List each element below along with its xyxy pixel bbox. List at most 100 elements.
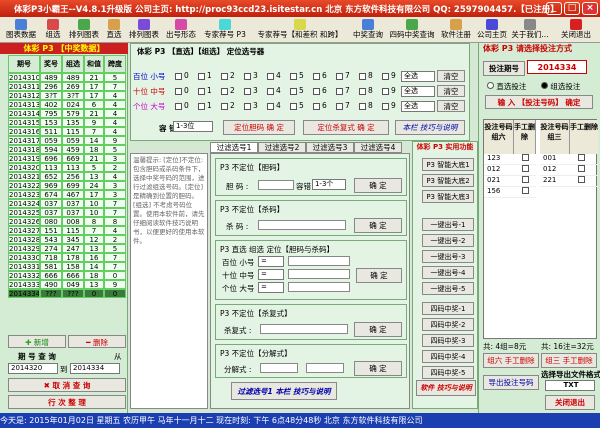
table-row[interactable]: 2014320 113 113 5 2 [8,163,128,172]
format-select[interactable]: TXT [545,380,595,391]
bet-row[interactable]: 012 [484,165,536,176]
smart-base-button[interactable]: P3 智能大底1 [422,158,474,171]
digit-checkbox[interactable] [198,73,205,80]
table-row[interactable]: 2014314 795 579 21 4 [8,109,128,118]
bet-row[interactable]: 123 [484,154,536,165]
tens-select[interactable]: = [258,269,284,280]
table-row[interactable]: 2014321 652 256 13 4 [8,172,128,181]
one-click-button[interactable]: 一键出号-4 [422,266,474,279]
fenjie-ok-button[interactable]: 确 定 [354,361,402,376]
tab-filter-3[interactable]: 过滤选号3 [306,142,354,153]
position-sha-button[interactable]: 定位杀复式 确 定 [303,120,389,135]
table-row[interactable]: 2014330 718 178 16 7 [8,253,128,262]
clear-button[interactable]: 清空 [437,100,465,112]
one-click-button[interactable]: 一键出号-2 [422,234,474,247]
table-row[interactable]: 2014318 594 459 18 5 [8,145,128,154]
resort-button[interactable]: 行 次 整 理 [8,395,126,409]
bet-row[interactable]: 012 [540,165,598,176]
filter-tips-button[interactable]: 过滤选号1 本栏 技巧与说明 [231,382,337,400]
position-ok-button[interactable]: 确 定 [356,268,402,283]
table-row[interactable]: 2014329 274 247 13 5 [8,244,128,253]
delete-checkbox[interactable] [577,176,585,183]
units-input[interactable] [288,282,350,292]
table-row[interactable]: 2014325 037 037 10 7 [8,208,128,217]
tens-input[interactable] [288,269,350,279]
from-period-select[interactable]: 2014320 [8,363,58,374]
toolbar-arrange-chart[interactable]: 排列图表 [66,18,102,42]
delete-checkbox[interactable] [521,165,529,172]
fenjie-input-1[interactable] [260,363,298,373]
table-row[interactable]: 2014312 3?T 3?T 17 4 [8,91,128,100]
fenjie-input-2[interactable] [306,363,344,373]
period-value[interactable]: 2014334 [527,60,587,74]
capacity-select[interactable]: 1-3位 [173,121,213,132]
digit-checkbox[interactable] [244,73,251,80]
table-row[interactable]: 2014326 080 008 8 8 [8,217,128,226]
table-row[interactable]: 2014316 511 115 7 4 [8,127,128,136]
four-code-button[interactable]: 四码中奖-5 [422,366,474,379]
table-row[interactable]: 2014311 296 269 17 7 [8,82,128,91]
delete-group6-button[interactable]: 组六 手工删除 [483,353,539,368]
bet-row[interactable]: 156 [484,187,536,198]
digit-checkbox[interactable] [221,73,228,80]
shafu-ok-button[interactable]: 确 定 [354,322,402,337]
hundreds-select[interactable]: = [258,256,284,267]
digit-checkbox[interactable] [290,103,297,110]
maximize-button[interactable]: □ [564,2,580,15]
selector-tips-button[interactable]: 本栏 技巧与说明 [395,120,465,135]
smart-base-button[interactable]: P3 智能大底2 [422,174,474,187]
dan-capacity-select[interactable]: 1-3个 [312,179,346,190]
cancel-query-button[interactable]: ✖ 取 消 查 询 [8,378,126,392]
tab-filter-4[interactable]: 过滤选号4 [354,142,402,153]
bet-row[interactable]: 221 [540,176,598,187]
table-row[interactable]: 2014319 696 669 21 3 [8,154,128,163]
digit-checkbox[interactable] [313,73,320,80]
one-click-button[interactable]: 一键出号-1 [422,218,474,231]
digit-checkbox[interactable] [313,103,320,110]
digit-checkbox[interactable] [290,73,297,80]
four-code-button[interactable]: 四码中奖-1 [422,302,474,315]
table-row[interactable]: 2014322 969 699 24 3 [8,181,128,190]
table-row[interactable]: 2014331 581 158 14 7 [8,262,128,271]
position-dan-button[interactable]: 定位胆码 确 定 [223,120,295,135]
one-click-button[interactable]: 一键出号-5 [422,282,474,295]
toolbar-expert-sum[interactable]: 专家荐号【和差积 和跨】 [251,18,349,42]
four-code-button[interactable]: 四码中奖-2 [422,318,474,331]
delete-checkbox[interactable] [521,176,529,183]
digit-checkbox[interactable] [175,73,182,80]
digit-checkbox[interactable] [359,73,366,80]
digit-checkbox[interactable] [267,88,274,95]
sha-ok-button[interactable]: 确 定 [354,218,402,233]
delete-group3-button[interactable]: 组三 手工删除 [541,353,597,368]
table-row[interactable]: 2014315 153 135 9 4 [8,118,128,127]
digit-checkbox[interactable] [267,73,274,80]
digit-checkbox[interactable] [313,88,320,95]
digit-checkbox[interactable] [175,103,182,110]
digit-checkbox[interactable] [244,103,251,110]
smart-base-button[interactable]: P3 智能大底3 [422,190,474,203]
toolbar-pattern[interactable]: 出号形态 [163,18,199,42]
digit-checkbox[interactable] [336,103,343,110]
toolbar-four-win-query[interactable]: 四码中奖查询 [387,18,437,42]
clear-button[interactable]: 清空 [437,70,465,82]
select-all-dropdown[interactable]: 全选 [401,101,435,112]
right-close-button[interactable]: 关闭退出 [545,395,595,410]
table-row[interactable]: 2014328 543 345 12 2 [8,235,128,244]
toolbar-win-query[interactable]: 中奖查询 [350,18,386,42]
digit-checkbox[interactable] [382,88,389,95]
tab-filter-1[interactable]: 过滤选号1 [210,142,258,153]
delete-checkbox[interactable] [521,187,529,194]
digit-checkbox[interactable] [198,88,205,95]
sha-input[interactable] [258,220,346,230]
digit-checkbox[interactable] [336,88,343,95]
to-period-select[interactable]: 2014334 [70,363,120,374]
clear-button[interactable]: 清空 [437,85,465,97]
add-button[interactable]: ✚ 新增 [8,335,66,348]
toolbar-homepage[interactable]: 公司主页 [475,18,509,42]
select-all-dropdown[interactable]: 全选 [401,86,435,97]
digit-checkbox[interactable] [382,103,389,110]
digit-checkbox[interactable] [359,88,366,95]
toolbar-group[interactable]: 组选 [41,18,65,42]
digit-checkbox[interactable] [175,88,182,95]
table-row[interactable]: 2014332 666 666 18 0 [8,271,128,280]
